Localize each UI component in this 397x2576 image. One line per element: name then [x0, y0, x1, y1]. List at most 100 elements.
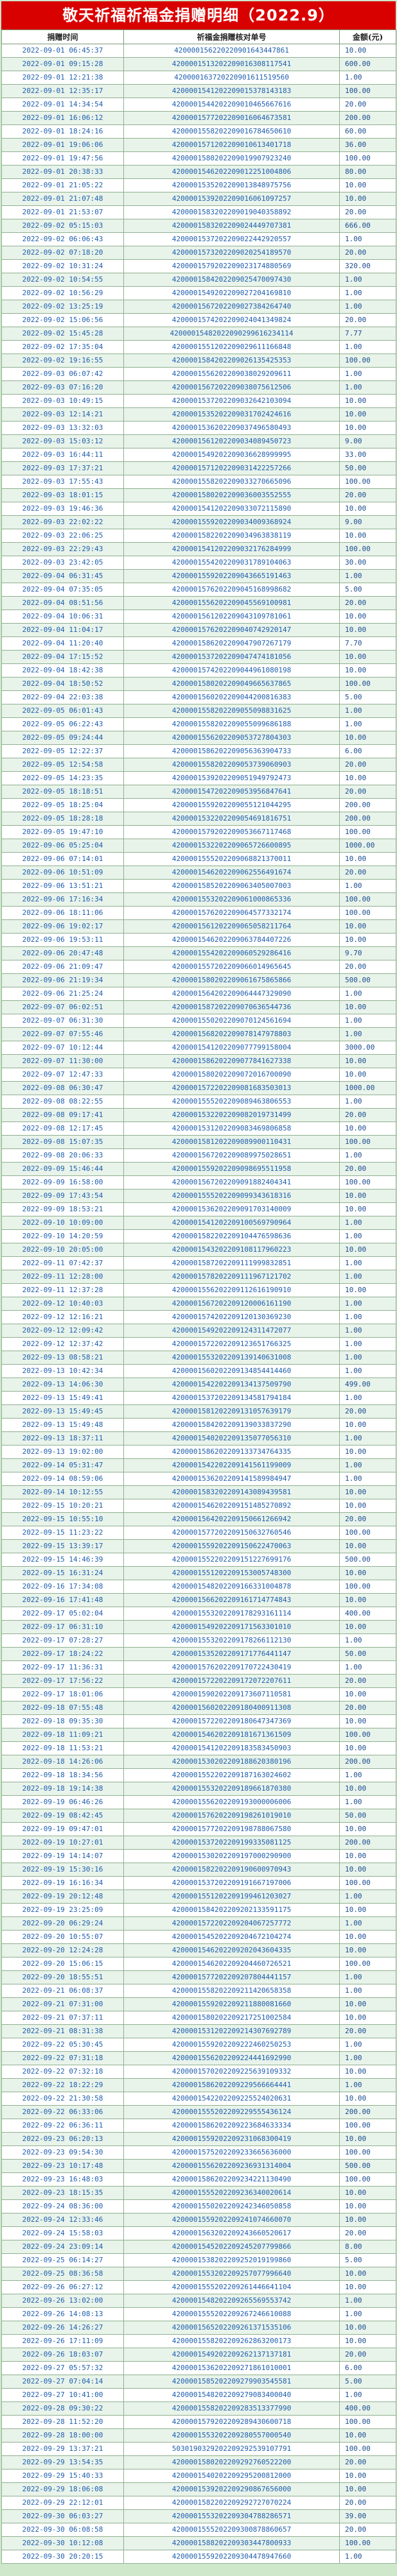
donation-time-cell: 2022-09-30 06:03:27 — [1, 2509, 124, 2523]
amount-cell: 500.00 — [339, 973, 396, 987]
table-row: 2022-09-03 22:02:22 420000155920220903400… — [1, 515, 396, 529]
amount-cell: 20.00 — [339, 98, 396, 112]
amount-cell: 200.00 — [339, 111, 396, 125]
donation-time-cell: 2022-09-17 17:56:22 — [1, 1674, 124, 1688]
amount-cell: 10.00 — [339, 2199, 396, 2213]
donation-time-cell: 2022-09-03 10:49:15 — [1, 394, 124, 408]
donation-time-cell: 2022-09-02 15:06:56 — [1, 313, 124, 327]
table-row: 2022-09-28 09:30:22 420000155820220928351… — [1, 2401, 396, 2416]
donation-time-cell: 2022-09-02 06:06:43 — [1, 232, 124, 246]
serial-number-cell: 420000157420220912013036923​0 — [123, 1310, 340, 1324]
table-row: 2022-09-04 11:20:40 420000158620220904790… — [1, 636, 396, 651]
serial-number-cell: 420000157420220904496108019​8 — [123, 663, 340, 678]
donation-time-cell: 2022-09-30 10:12:08 — [1, 2536, 124, 2550]
serial-number-cell: 420000154820220926556955374​2 — [123, 2294, 340, 2308]
amount-cell: 10.00 — [339, 1243, 396, 1257]
donation-time-cell: 2022-09-07 07:55:46 — [1, 1027, 124, 1041]
table-row: 2022-09-13 18:37:11 420000154020220913507… — [1, 1431, 396, 1446]
amount-cell: 20.00 — [339, 313, 396, 327]
amount-cell: 20.00 — [339, 246, 396, 260]
donation-time-cell: 2022-09-02 17:35:04 — [1, 340, 124, 354]
table-row: 2022-09-05 06:01:43 420000155820220905509… — [1, 704, 396, 718]
table-row: 2022-09-17 18:01:06 420000159020220917360… — [1, 1687, 396, 1702]
donation-time-cell: 2022-09-19 09:47:01 — [1, 1822, 124, 1836]
amount-cell: 1.00 — [339, 1324, 396, 1338]
serial-number-cell: 420000158720220907063654473​6 — [123, 1000, 340, 1014]
donation-time-cell: 2022-09-08 12:17:45 — [1, 1122, 124, 1136]
table-row: 2022-09-17 07:28:27 420000155320220917826… — [1, 1633, 396, 1648]
table-row: 2022-09-18 18:34:56 420000155220220918716… — [1, 1768, 396, 1782]
table-row: 2022-09-06 13:51:21 420000158520220906340… — [1, 879, 396, 893]
table-row: 2022-09-12 12:09:42 420000154920220912431… — [1, 1324, 396, 1338]
donation-time-cell: 2022-09-25 08:36:58 — [1, 2267, 124, 2281]
serial-number-cell: 420000153720220919933508112​5 — [123, 1836, 340, 1850]
donation-table: 捐赠时间 祈福金捐赠核对单号 金额(元) 2022-09-01 06:45:37… — [1, 30, 396, 2564]
serial-number-cell: 420000156320220924366052061​7 — [123, 2226, 340, 2240]
donation-time-cell: 2022-09-06 21:25:24 — [1, 987, 124, 1001]
serial-number-cell: 420000155920220924107466007​0 — [123, 2213, 340, 2227]
amount-cell: 10.00 — [339, 529, 396, 543]
serial-number-cell: 420000158020220906167586586​6 — [123, 973, 340, 987]
amount-cell: 20.00 — [339, 2024, 396, 2038]
table-row: 2022-09-02 05:15:03 420000158320220902444… — [1, 219, 396, 233]
table-row: 2022-09-18 19:14:38 420000155320220918966… — [1, 1782, 396, 1796]
serial-number-cell: 420000158220220910447659863​6 — [123, 1229, 340, 1243]
table-row: 2022-09-17 17:56:22 420000157220220917207… — [1, 1674, 396, 1688]
donation-time-cell: 2022-09-12 12:09:42 — [1, 1324, 124, 1338]
amount-cell: 1.00 — [339, 273, 396, 287]
amount-cell: 1.00 — [339, 1984, 396, 1998]
table-row: 2022-09-13 15:49:48 420000158420220913903… — [1, 1418, 396, 1432]
serial-number-cell: 420000155520220930087886065​7 — [123, 2523, 340, 2537]
amount-cell: 7.70 — [339, 636, 396, 651]
serial-number-cell: 420000157220220918064734736​9 — [123, 1714, 340, 1728]
table-row: 2022-09-01 21:53:07 420000158320220901904… — [1, 205, 396, 219]
serial-number-cell: 420000157220220908168350301​3 — [123, 1081, 340, 1095]
donation-time-cell: 2022-09-02 19:16:55 — [1, 354, 124, 368]
donation-time-cell: 2022-09-22 05:30:45 — [1, 2038, 124, 2052]
serial-number-cell: 420000154920220917156330101​0 — [123, 1620, 340, 1634]
amount-cell: 100.00 — [339, 677, 396, 691]
serial-number-cell: 420000153620220914158998494​7 — [123, 1472, 340, 1486]
donation-time-cell: 2022-09-27 10:41:00 — [1, 2388, 124, 2402]
amount-cell: 320.00 — [339, 259, 396, 273]
amount-cell: 20.00 — [339, 1404, 396, 1419]
serial-number-cell: 420000156120220903408945072​3 — [123, 434, 340, 448]
table-row: 2022-09-25 08:36:58 420000155320220925707… — [1, 2267, 396, 2281]
serial-number-cell: 420000154520220920467210427​4 — [123, 1930, 340, 1944]
serial-number-cell: 420000155920220915062247006​3 — [123, 1539, 340, 1553]
amount-cell: 1.00 — [339, 704, 396, 718]
donation-time-cell: 2022-09-17 11:36:31 — [1, 1660, 124, 1675]
serial-number-cell: 420000158320220902444970738​1 — [123, 219, 340, 233]
table-row: 2022-09-02 07:18:20 420000157320220902025… — [1, 246, 396, 260]
amount-cell: 1.00 — [339, 71, 396, 85]
serial-number-cell: 420000155520220908946380655​3 — [123, 1095, 340, 1109]
serial-number-cell: 420000158020220907201670009​0 — [123, 1068, 340, 1082]
serial-number-cell: 420000158220220919060097094​3 — [123, 1863, 340, 1877]
serial-number-cell: 420000153720220902244292055​7 — [123, 232, 340, 246]
donation-time-cell: 2022-09-21 07:31:00 — [1, 1997, 124, 2011]
donation-time-cell: 2022-09-22 06:33:06 — [1, 2105, 124, 2119]
amount-cell: 1.00 — [339, 987, 396, 1001]
amount-cell: 20.00 — [339, 1701, 396, 1715]
donation-time-cell: 2022-09-05 18:28:18 — [1, 812, 124, 826]
amount-cell: 20.00 — [339, 596, 396, 610]
serial-number-cell: 420000158420220902547009743​0 — [123, 273, 340, 287]
amount-cell: 200.00 — [339, 812, 396, 826]
serial-number-cell: 420000155520220923634002061​4 — [123, 2186, 340, 2200]
amount-cell: 499.00 — [339, 1378, 396, 1392]
donation-time-cell: 2022-09-06 10:51:09 — [1, 866, 124, 880]
table-row: 2022-09-24 15:58:03 420000156320220924366… — [1, 2226, 396, 2240]
table-row: 2022-09-27 10:41:00 420000154820220927908… — [1, 2388, 396, 2402]
amount-cell: 10.00 — [339, 44, 396, 58]
table-row: 2022-09-23 10:17:48 420000155620220923693… — [1, 2159, 396, 2173]
amount-cell: 10.00 — [339, 2428, 396, 2443]
amount-cell: 10.00 — [339, 2186, 396, 2200]
amount-cell: 20.00 — [339, 2496, 396, 2510]
table-row: 2022-09-10 14:20:59 420000158220220910447… — [1, 1229, 396, 1243]
table-row: 2022-09-01 21:07:48 420000153920220901606… — [1, 192, 396, 206]
amount-cell: 1.00 — [339, 380, 396, 395]
serial-number-cell: 420000153720220913458179418​4 — [123, 1391, 340, 1405]
amount-cell: 10.00 — [339, 2213, 396, 2227]
serial-number-cell: 420000153220220906572660089​5 — [123, 839, 340, 853]
table-row: 2022-09-26 14:26:27 420000156520220926137… — [1, 2321, 396, 2335]
